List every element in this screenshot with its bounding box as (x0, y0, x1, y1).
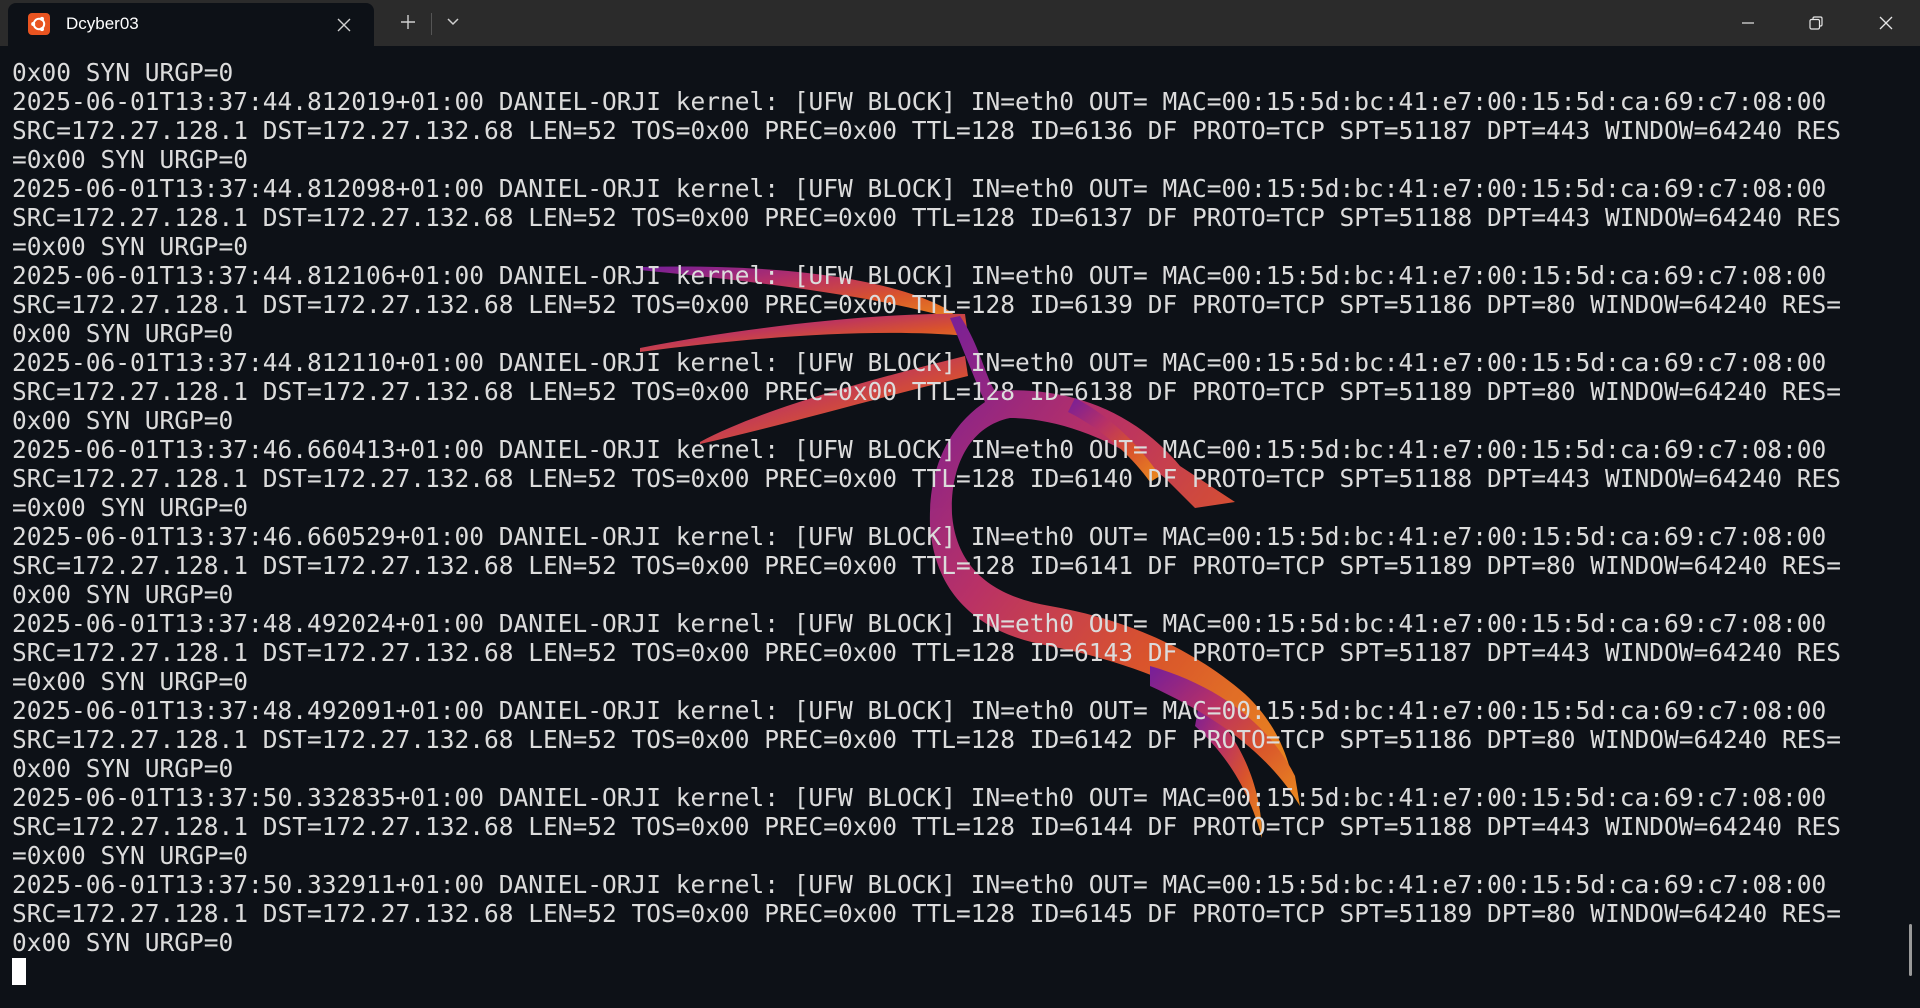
terminal-line: 0x00 SYN URGP=0 (12, 928, 234, 957)
terminal-line: 2025-06-01T13:37:44.812098+01:00 DANIEL-… (12, 174, 1827, 203)
terminal-line: 2025-06-01T13:37:44.812110+01:00 DANIEL-… (12, 348, 1827, 377)
tab-dcyber03[interactable]: Dcyber03 (8, 3, 374, 46)
terminal-line: 2025-06-01T13:37:50.332835+01:00 DANIEL-… (12, 783, 1827, 812)
terminal-window: Dcyber03 0x00 SYN URGP=0 2025-06-01T13:3… (0, 0, 1920, 1008)
terminal-line: 2025-06-01T13:37:46.660413+01:00 DANIEL-… (12, 435, 1827, 464)
terminal-line: SRC=172.27.128.1 DST=172.27.132.68 LEN=5… (12, 725, 1842, 754)
terminal-line: 0x00 SYN URGP=0 (12, 754, 234, 783)
terminal-line: SRC=172.27.128.1 DST=172.27.132.68 LEN=5… (12, 812, 1842, 841)
terminal-line: 2025-06-01T13:37:48.492091+01:00 DANIEL-… (12, 696, 1827, 725)
terminal-line: =0x00 SYN URGP=0 (12, 667, 249, 696)
ubuntu-icon (28, 13, 50, 35)
terminal-line: =0x00 SYN URGP=0 (12, 841, 249, 870)
terminal-line: 2025-06-01T13:37:46.660529+01:00 DANIEL-… (12, 522, 1827, 551)
terminal-line: SRC=172.27.128.1 DST=172.27.132.68 LEN=5… (12, 899, 1842, 928)
restore-button[interactable] (1782, 0, 1850, 46)
plus-icon (401, 15, 415, 29)
terminal-line: SRC=172.27.128.1 DST=172.27.132.68 LEN=5… (12, 638, 1842, 667)
title-bar[interactable]: Dcyber03 (0, 0, 1920, 46)
terminal-text: 0x00 SYN URGP=0 2025-06-01T13:37:44.81201… (12, 58, 1841, 957)
terminal-line: SRC=172.27.128.1 DST=172.27.132.68 LEN=5… (12, 203, 1842, 232)
tab-title: Dcyber03 (66, 14, 139, 33)
terminal-line: 0x00 SYN URGP=0 (12, 406, 234, 435)
restore-icon (1809, 16, 1823, 30)
new-tab-button[interactable] (388, 6, 428, 38)
terminal-line: =0x00 SYN URGP=0 (12, 145, 249, 174)
terminal-line: 2025-06-01T13:37:44.812106+01:00 DANIEL-… (12, 261, 1827, 290)
terminal-output-area[interactable]: 0x00 SYN URGP=0 2025-06-01T13:37:44.81201… (0, 46, 1920, 1008)
terminal-line: SRC=172.27.128.1 DST=172.27.132.68 LEN=5… (12, 377, 1842, 406)
terminal-line: 0x00 SYN URGP=0 (12, 58, 234, 87)
minimize-button[interactable] (1714, 0, 1782, 46)
terminal-line: SRC=172.27.128.1 DST=172.27.132.68 LEN=5… (12, 290, 1842, 319)
terminal-line: SRC=172.27.128.1 DST=172.27.132.68 LEN=5… (12, 551, 1842, 580)
minimize-icon (1742, 22, 1754, 24)
tab-close-button[interactable] (328, 9, 360, 41)
tab-dropdown-button[interactable] (434, 6, 472, 38)
chevron-down-icon (447, 18, 459, 26)
titlebar-divider (431, 13, 432, 35)
terminal-line: 2025-06-01T13:37:44.812019+01:00 DANIEL-… (12, 87, 1827, 116)
terminal-line: =0x00 SYN URGP=0 (12, 493, 249, 522)
terminal-line: 2025-06-01T13:37:48.492024+01:00 DANIEL-… (12, 609, 1827, 638)
terminal-line: SRC=172.27.128.1 DST=172.27.132.68 LEN=5… (12, 464, 1842, 493)
terminal-line: SRC=172.27.128.1 DST=172.27.132.68 LEN=5… (12, 116, 1842, 145)
terminal-line: 0x00 SYN URGP=0 (12, 319, 234, 348)
close-icon (1879, 16, 1893, 30)
terminal-line: =0x00 SYN URGP=0 (12, 232, 249, 261)
terminal-line: 0x00 SYN URGP=0 (12, 580, 234, 609)
text-cursor (12, 958, 26, 985)
window-close-button[interactable] (1852, 0, 1920, 46)
close-icon (337, 18, 351, 32)
terminal-line: 2025-06-01T13:37:50.332911+01:00 DANIEL-… (12, 870, 1827, 899)
scrollbar-thumb[interactable] (1909, 924, 1912, 976)
